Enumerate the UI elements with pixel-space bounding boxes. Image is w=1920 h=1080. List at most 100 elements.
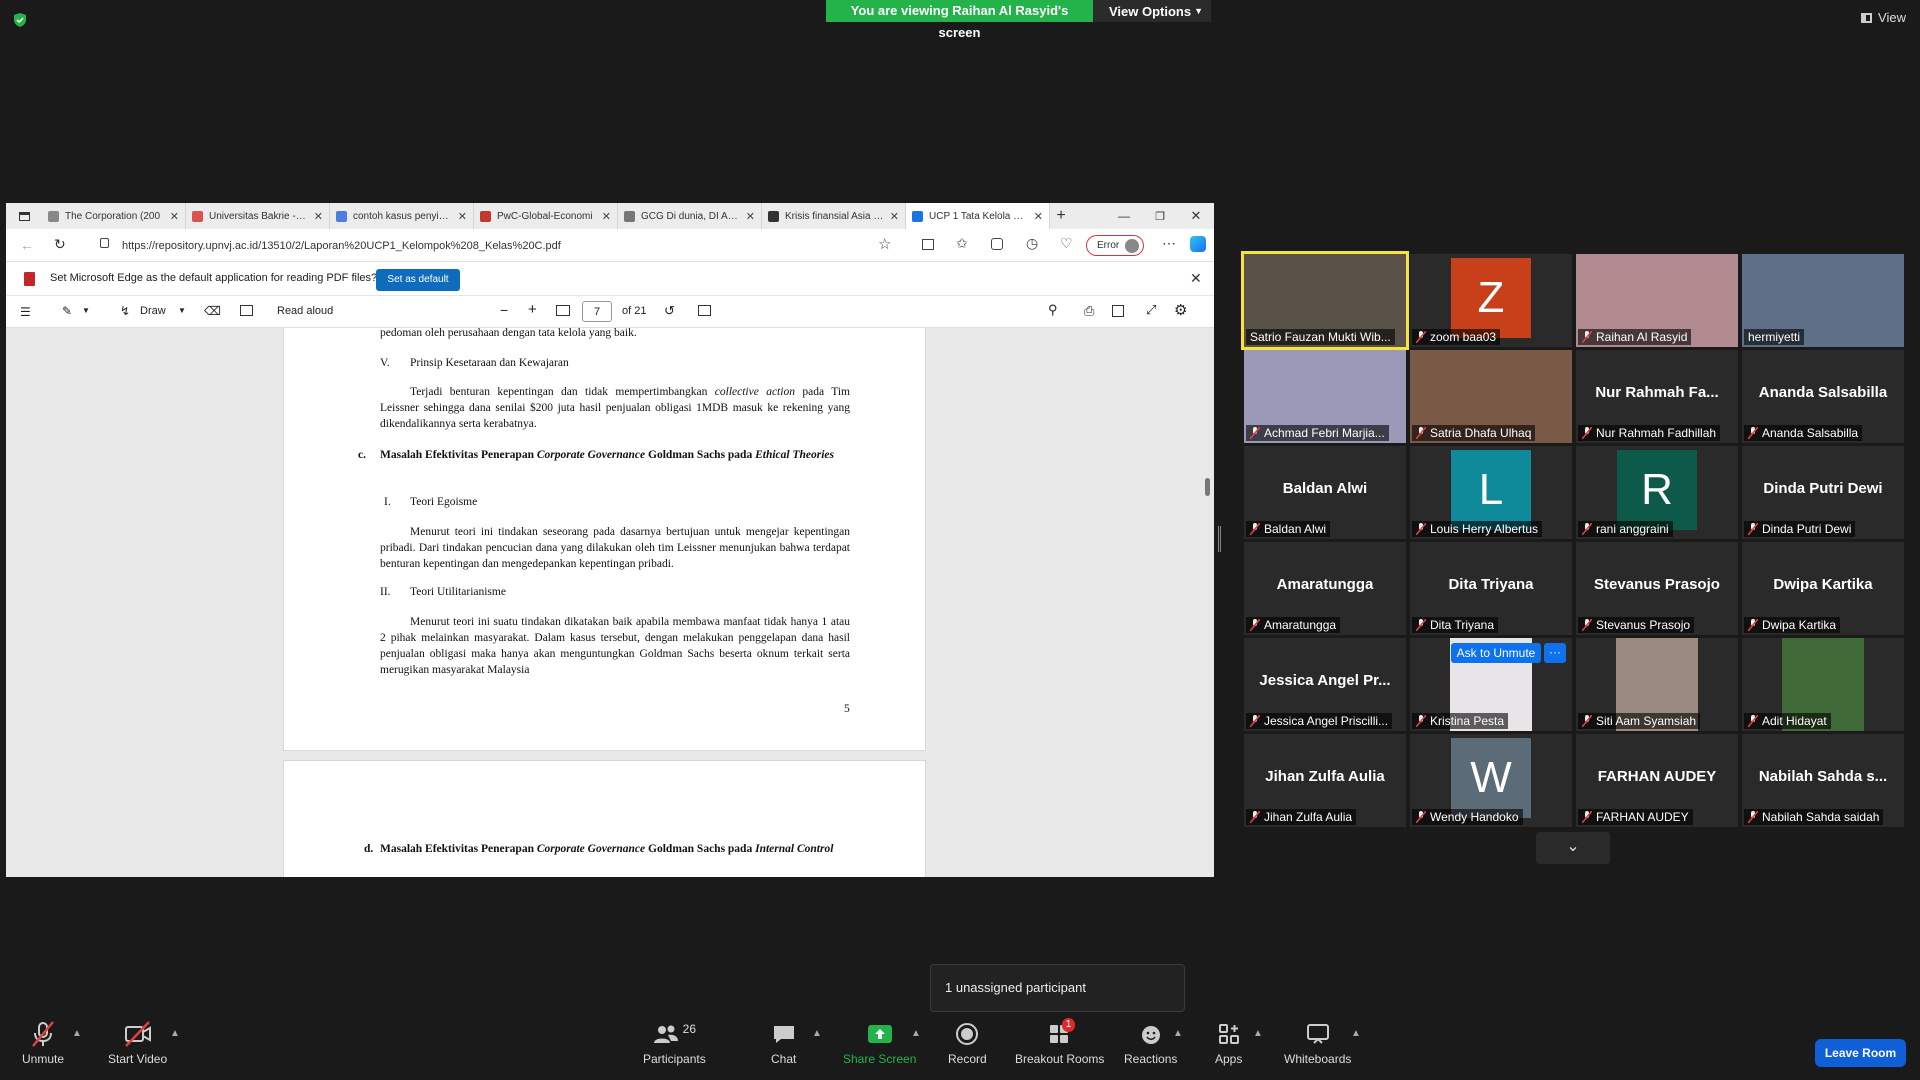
close-window-button[interactable]: ✕ <box>1178 208 1214 224</box>
more-options-icon[interactable]: ⋯ <box>1162 235 1176 252</box>
browser-tab[interactable]: contoh kasus penyimp ✕ <box>330 203 474 229</box>
participant-tile[interactable]: Dwipa Kartika Dwipa Kartika <box>1742 542 1904 635</box>
page-view-icon[interactable] <box>240 305 253 316</box>
participant-tile[interactable]: Jihan Zulfa Aulia Jihan Zulfa Aulia <box>1244 734 1406 827</box>
participant-tile[interactable]: Nur Rahmah Fa... Nur Rahmah Fadhillah <box>1576 350 1738 443</box>
browser-tab[interactable]: Krisis finansial Asia 19 ✕ <box>762 203 906 229</box>
participants-button[interactable]: 26 Participants <box>643 1020 706 1066</box>
restore-button[interactable]: ❐ <box>1142 210 1178 223</box>
pdf-viewer[interactable]: pedoman oleh perusahaan dengan tata kelo… <box>6 328 1214 877</box>
close-tab-icon[interactable]: ✕ <box>170 210 179 223</box>
apps-button[interactable]: Apps <box>1215 1020 1242 1066</box>
highlight-icon[interactable]: ✎ <box>62 304 72 318</box>
unassigned-participant-tooltip[interactable]: 1 unassigned participant <box>930 964 1185 1019</box>
security-shield-icon[interactable] <box>12 12 28 28</box>
participant-tile[interactable]: Adit Hidayat <box>1742 638 1904 731</box>
zoom-out-icon[interactable]: − <box>500 302 508 318</box>
gallery-next-button[interactable]: ⌄ <box>1536 832 1610 864</box>
profile-error-button[interactable]: Error <box>1086 235 1144 256</box>
collections-icon[interactable] <box>991 238 1003 250</box>
favorite-star-icon[interactable]: ☆ <box>878 235 891 253</box>
browser-tab[interactable]: GCG Di dunia, DI Asia ✕ <box>618 203 762 229</box>
panel-splitter[interactable] <box>1218 526 1221 552</box>
lock-icon[interactable] <box>100 238 109 248</box>
chat-options-caret[interactable]: ▲ <box>812 1028 822 1039</box>
eraser-icon[interactable]: ⌫ <box>204 304 221 318</box>
browser-tab[interactable]: UCP 1 Tata Kelola dan ✕ <box>906 203 1050 229</box>
url-field[interactable]: https://repository.upnvj.ac.id/13510/2/L… <box>122 236 892 256</box>
browser-tab[interactable]: The Corporation (200 ✕ <box>42 203 186 229</box>
tile-more-button[interactable]: ··· <box>1544 643 1566 663</box>
tab-actions-icon[interactable] <box>6 203 42 229</box>
settings-icon[interactable]: ⚙ <box>1174 301 1187 319</box>
close-tab-icon[interactable]: ✕ <box>746 210 755 223</box>
zoom-in-icon[interactable]: + <box>528 301 537 318</box>
record-button[interactable]: Record <box>948 1020 987 1066</box>
participant-tile[interactable]: L Louis Herry Albertus <box>1410 446 1572 539</box>
audio-options-caret[interactable]: ▲ <box>72 1028 82 1039</box>
whiteboards-options-caret[interactable]: ▲ <box>1351 1028 1361 1039</box>
share-options-caret[interactable]: ▲ <box>911 1028 921 1039</box>
performance-icon[interactable]: ♡ <box>1060 235 1073 252</box>
set-as-default-button[interactable]: Set as default <box>376 269 460 291</box>
participant-tile[interactable]: Satrio Fauzan Mukti Wib... <box>1241 251 1409 350</box>
participant-tile[interactable]: W Wendy Handoko <box>1410 734 1572 827</box>
participant-tile[interactable]: Siti Aam Syamsiah <box>1576 638 1738 731</box>
close-tab-icon[interactable]: ✕ <box>602 210 611 223</box>
two-page-icon[interactable] <box>698 305 711 316</box>
split-screen-icon[interactable] <box>922 239 934 250</box>
share-screen-button[interactable]: Share Screen <box>843 1020 916 1066</box>
minimize-button[interactable]: — <box>1106 209 1142 223</box>
participant-tile[interactable]: Dinda Putri Dewi Dinda Putri Dewi <box>1742 446 1904 539</box>
close-tab-icon[interactable]: ✕ <box>1034 210 1043 223</box>
favorites-icon[interactable]: ✩ <box>956 235 968 252</box>
participant-tile[interactable]: FARHAN AUDEY FARHAN AUDEY <box>1576 734 1738 827</box>
fullscreen-icon[interactable]: ⤢ <box>1146 302 1156 318</box>
participant-tile[interactable]: Dita Triyana Dita Triyana <box>1410 542 1572 635</box>
read-aloud-label[interactable]: Read aloud <box>277 305 333 317</box>
participant-tile[interactable]: Achmad Febri Marjia... <box>1244 350 1406 443</box>
draw-icon[interactable]: ↯ <box>120 304 130 318</box>
participant-tile[interactable]: Jessica Angel Pr... Jessica Angel Priscil… <box>1244 638 1406 731</box>
leave-room-button[interactable]: Leave Room <box>1815 1039 1906 1067</box>
participant-tile[interactable]: hermiyetti <box>1742 254 1904 347</box>
participant-tile[interactable]: Nabilah Sahda s... Nabilah Sahda saidah <box>1742 734 1904 827</box>
rotate-icon[interactable]: ↺ <box>664 303 675 319</box>
new-tab-button[interactable]: + <box>1050 207 1072 225</box>
draw-label[interactable]: Draw <box>140 305 166 317</box>
fit-width-icon[interactable] <box>556 305 570 316</box>
close-infobar-icon[interactable]: ✕ <box>1190 270 1202 287</box>
participant-tile[interactable]: Baldan Alwi Baldan Alwi <box>1244 446 1406 539</box>
participant-tile[interactable]: Rrani anggraini <box>1576 446 1738 539</box>
print-icon[interactable]: ⎙ <box>1084 303 1094 319</box>
back-icon[interactable]: ← <box>20 237 34 253</box>
find-icon[interactable]: ⚲ <box>1048 302 1058 318</box>
contents-icon[interactable]: ☰ <box>20 305 31 319</box>
start-video-button[interactable]: Start Video <box>108 1020 167 1066</box>
reactions-button[interactable]: Reactions <box>1124 1020 1177 1066</box>
pdf-scrollbar[interactable] <box>1205 478 1210 496</box>
history-icon[interactable]: ◷ <box>1026 235 1038 252</box>
apps-options-caret[interactable]: ▲ <box>1253 1028 1263 1039</box>
draw-dropdown-icon[interactable]: ▼ <box>178 306 186 315</box>
participant-tile[interactable]: Raihan Al Rasyid <box>1576 254 1738 347</box>
breakout-rooms-button[interactable]: 1 Breakout Rooms <box>1015 1018 1104 1066</box>
close-tab-icon[interactable]: ✕ <box>890 210 899 223</box>
participant-tile[interactable]: Stevanus Prasojo Stevanus Prasojo <box>1576 542 1738 635</box>
page-number-input[interactable]: 7 <box>582 301 612 322</box>
close-tab-icon[interactable]: ✕ <box>458 210 467 223</box>
close-tab-icon[interactable]: ✕ <box>314 210 323 223</box>
reactions-options-caret[interactable]: ▲ <box>1173 1028 1183 1039</box>
ask-to-unmute-button[interactable]: Ask to Unmute <box>1451 643 1541 663</box>
refresh-icon[interactable]: ↻ <box>54 236 66 253</box>
highlight-dropdown-icon[interactable]: ▼ <box>82 306 90 315</box>
browser-tab[interactable]: PwC-Global-Economi ✕ <box>474 203 618 229</box>
participant-tile[interactable]: Amaratungga Amaratungga <box>1244 542 1406 635</box>
video-options-caret[interactable]: ▲ <box>170 1028 180 1039</box>
view-button[interactable]: View <box>1861 10 1906 25</box>
unmute-button[interactable]: Unmute <box>22 1020 64 1066</box>
copilot-icon[interactable] <box>1190 236 1206 252</box>
participant-tile[interactable]: Zzoom baa03 <box>1410 254 1572 347</box>
participant-tile[interactable]: Satria Dhafa Ulhaq <box>1410 350 1572 443</box>
save-icon[interactable] <box>1112 305 1124 317</box>
